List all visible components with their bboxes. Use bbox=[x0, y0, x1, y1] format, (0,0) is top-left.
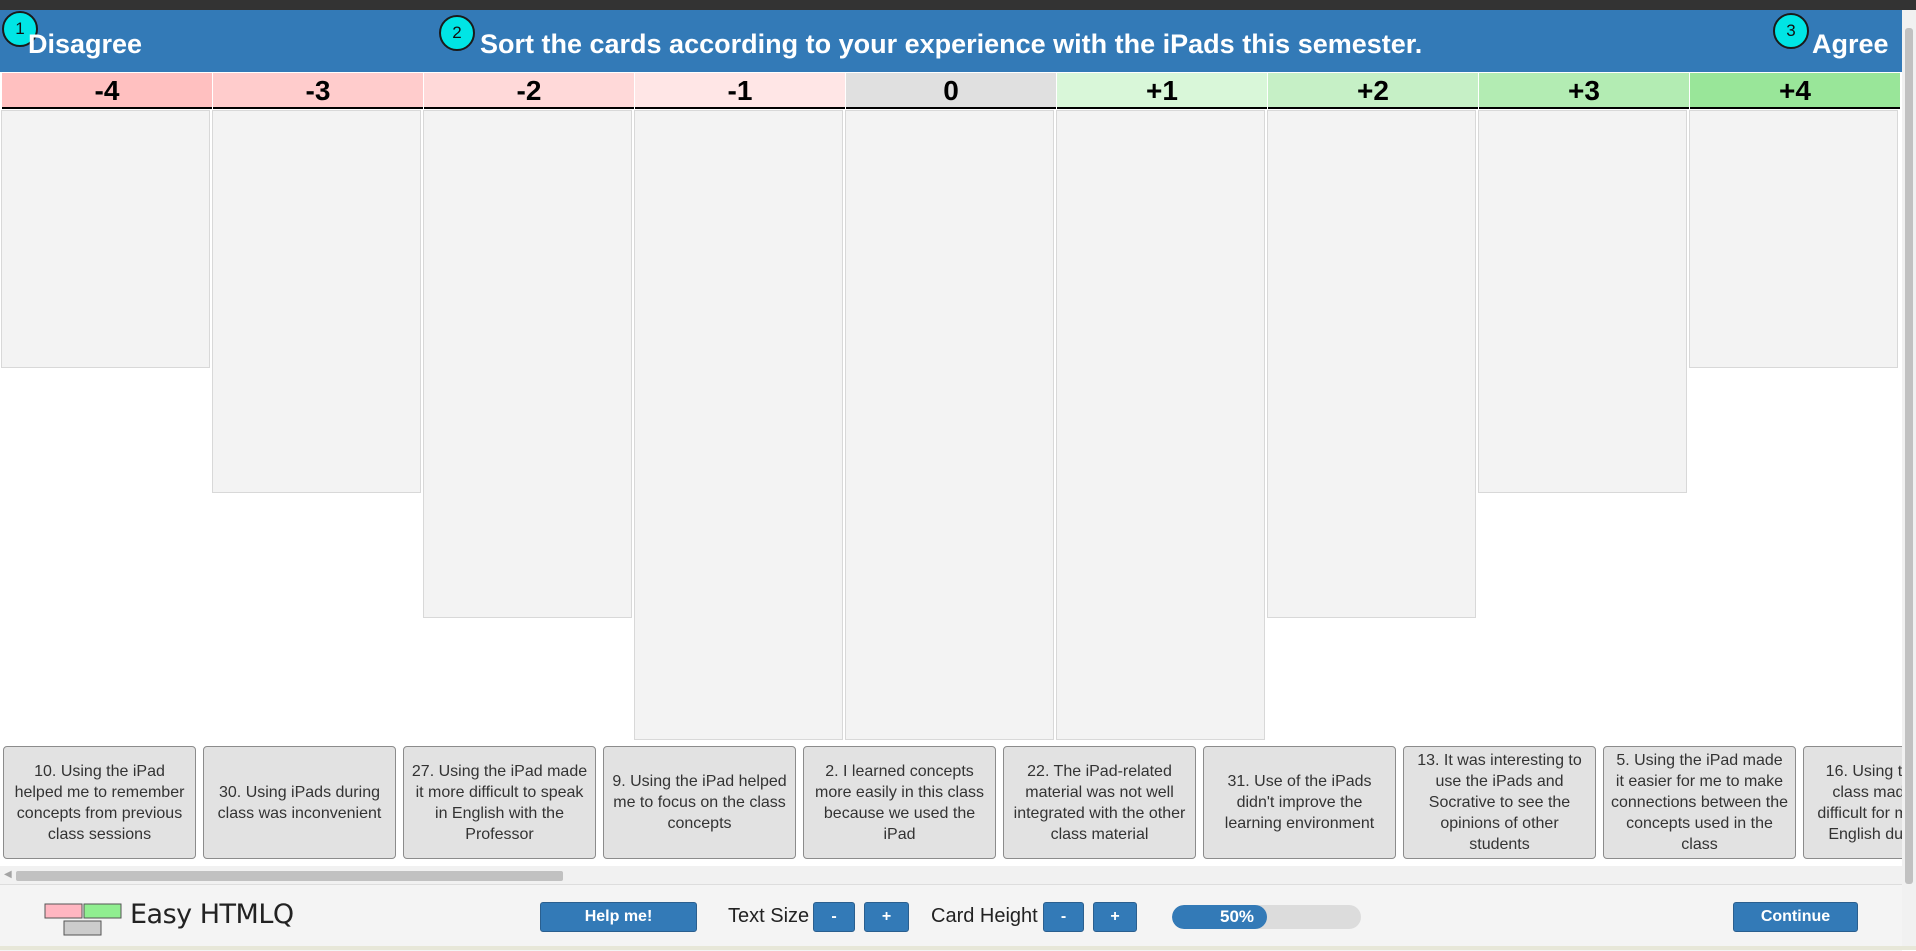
card-text: 10. Using the iPad helped me to remember… bbox=[14, 762, 185, 843]
column-header-minus1: -1 bbox=[635, 73, 845, 109]
drop-zone-minus4[interactable] bbox=[1, 110, 210, 368]
card-height-increase-button[interactable]: + bbox=[1093, 902, 1137, 932]
drop-zone-minus1[interactable] bbox=[634, 110, 843, 740]
drop-zone-plus2[interactable] bbox=[1267, 110, 1476, 618]
easy-htmlq-logo-icon bbox=[44, 903, 122, 936]
card[interactable]: 31. Use of the iPads didn't improve the … bbox=[1203, 746, 1396, 859]
column-header-plus4: +4 bbox=[1690, 73, 1900, 109]
drop-zone-plus1[interactable] bbox=[1056, 110, 1265, 740]
drop-zone-0[interactable] bbox=[845, 110, 1054, 740]
text-size-decrease-button[interactable]: - bbox=[813, 902, 855, 932]
column-header-plus3: +3 bbox=[1479, 73, 1689, 109]
bottom-strip bbox=[0, 946, 1916, 950]
card-height-decrease-button[interactable]: - bbox=[1043, 902, 1084, 932]
card-height-label: Card Height bbox=[931, 905, 1038, 927]
column-header-minus4: -4 bbox=[2, 73, 212, 109]
browser-top-strip bbox=[0, 0, 1916, 10]
card-tray: 10. Using the iPad helped me to remember… bbox=[0, 740, 1902, 864]
scrollbar-thumb[interactable] bbox=[16, 871, 563, 881]
text-size-increase-button[interactable]: + bbox=[864, 902, 909, 932]
card-text: 30. Using iPads during class was inconve… bbox=[217, 783, 382, 822]
card[interactable]: 10. Using the iPad helped me to remember… bbox=[3, 746, 196, 859]
card-text: 2. I learned concepts more easily in thi… bbox=[815, 762, 984, 843]
badge-3: 3 bbox=[1773, 13, 1809, 49]
card-text: 31. Use of the iPads didn't improve the … bbox=[1224, 773, 1375, 832]
drop-zone-plus3[interactable] bbox=[1478, 110, 1687, 493]
card[interactable]: 30. Using iPads during class was inconve… bbox=[203, 746, 396, 859]
column-header-0: 0 bbox=[846, 73, 1056, 109]
drop-zone-minus3[interactable] bbox=[212, 110, 421, 493]
column-header-plus2: +2 bbox=[1268, 73, 1478, 109]
continue-button[interactable]: Continue bbox=[1733, 902, 1858, 932]
card-text: 22. The iPad-related material was not we… bbox=[1013, 762, 1186, 843]
progress-bar: 50% bbox=[1172, 905, 1361, 929]
progress-text: 50% bbox=[1219, 907, 1255, 926]
card[interactable]: 13. It was interesting to use the iPads … bbox=[1403, 746, 1596, 859]
help-button[interactable]: Help me! bbox=[540, 902, 697, 932]
page-vertical-scrollbar[interactable] bbox=[1902, 10, 1916, 950]
brand-name: Easy HTMLQ bbox=[130, 899, 294, 930]
header-bar: 1 Disagree 2 Sort the cards according to… bbox=[0, 10, 1902, 72]
card[interactable]: 16. Using the iPad in class made it more… bbox=[1803, 746, 1902, 859]
card-text: 27. Using the iPad made it more difficul… bbox=[411, 762, 588, 843]
disagree-label: Disagree bbox=[28, 29, 143, 59]
card-text: 13. It was interesting to use the iPads … bbox=[1417, 752, 1582, 853]
column-header-minus3: -3 bbox=[213, 73, 423, 109]
agree-label: Agree bbox=[1812, 29, 1889, 59]
footer-bar: Easy HTMLQ Help me! Text Size - + Card H… bbox=[0, 884, 1902, 951]
vertical-scrollbar-thumb[interactable] bbox=[1905, 28, 1913, 884]
card[interactable]: 5. Using the iPad made it easier for me … bbox=[1603, 746, 1796, 859]
card[interactable]: 9. Using the iPad helped me to focus on … bbox=[603, 746, 796, 859]
card-tray-scrollbar[interactable]: ◀ bbox=[0, 866, 1902, 884]
scroll-left-arrow-icon[interactable]: ◀ bbox=[4, 869, 12, 880]
card[interactable]: 2. I learned concepts more easily in thi… bbox=[803, 746, 996, 859]
drop-zone-minus2[interactable] bbox=[423, 110, 632, 618]
drop-zone-plus4[interactable] bbox=[1689, 110, 1898, 368]
instruction-text: Sort the cards according to your experie… bbox=[480, 29, 1423, 59]
card-text: 16. Using the iPad in class made it more… bbox=[1817, 762, 1902, 843]
text-size-label: Text Size bbox=[728, 905, 810, 927]
column-header-plus1: +1 bbox=[1057, 73, 1267, 109]
badge-2: 2 bbox=[439, 15, 475, 51]
card-text: 9. Using the iPad helped me to focus on … bbox=[612, 773, 787, 832]
card[interactable]: 27. Using the iPad made it more difficul… bbox=[403, 746, 596, 859]
card-text: 5. Using the iPad made it easier for me … bbox=[1611, 752, 1789, 853]
card[interactable]: 22. The iPad-related material was not we… bbox=[1003, 746, 1196, 859]
column-header-minus2: -2 bbox=[424, 73, 634, 109]
